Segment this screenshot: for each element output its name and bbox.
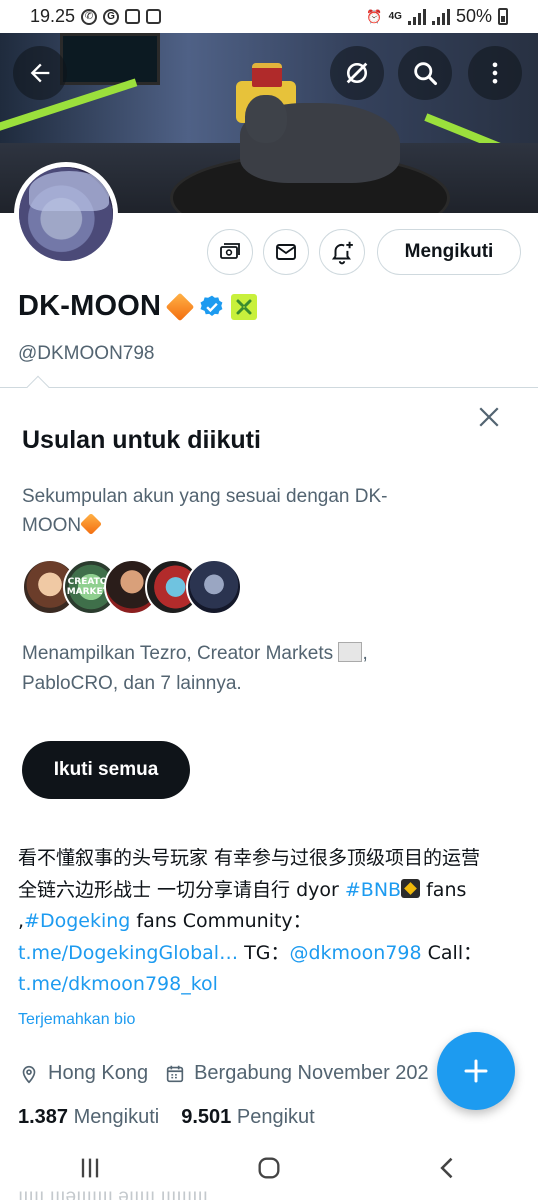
alarm-icon: ⏰ [366,8,383,24]
following-button[interactable]: Mengikuti [377,229,521,275]
status-left: 19.25 ✆ G [30,6,162,27]
google-icon: G [103,8,120,25]
bnb-icon [401,878,421,898]
location-text: Hong Kong [48,1062,149,1084]
more-button[interactable] [468,46,522,100]
scrolled-content-ghost: ııııı ıııəııııııı əııııı ııııııııı [18,1186,209,1200]
battery-percent: 50% [455,6,492,26]
message-button[interactable] [263,229,309,275]
follow-stats: 1.387 Mengikuti 9.501 Pengikut [18,1106,315,1129]
profile-handle: @DKMOON798 [18,343,155,364]
display-name: DK-MOON [18,290,162,322]
profile-avatar[interactable] [14,162,118,266]
subscribe-icon [220,243,240,259]
bio-text: TG： [238,941,290,964]
affiliate-badge-icon[interactable] [231,293,258,320]
profile-bio: 看不懂叙事的头号玩家 有幸参与过很多顶级项目的运营 全链六边形战士 一切分享请自… [18,843,496,1001]
status-bar: 19.25 ✆ G ⏰ 4G 50% [0,0,538,33]
signal-icon-2 [431,8,450,25]
calendar-icon [166,1065,184,1082]
notification-button[interactable] [319,229,365,275]
followers-label: Pengikut [236,1106,315,1128]
whatsapp-icon: ✆ [81,8,98,25]
translate-bio-link[interactable]: Terjemahkan bio [18,1011,135,1029]
verified-badge-icon[interactable] [199,294,225,320]
notification-bell-icon [331,241,353,265]
card-pointer [26,375,50,399]
bio-text: fans Community： [130,910,312,932]
battery-icon [498,8,508,25]
suggestions-description: Sekumpulan akun yang sesuai dengan DK-MO… [22,482,422,540]
newspaper-icon [338,642,363,662]
section-divider [0,387,538,388]
telegram-community-link[interactable]: t.me/DogekingGlobal… [18,942,238,964]
search-icon [414,62,438,86]
name-row: DK-MOON [18,290,258,323]
compose-post-button[interactable] [437,1032,515,1110]
profile-meta: Hong Kong Bergabung November 202 [18,1062,429,1085]
gallery-icon [146,9,162,24]
banner-dog-head [245,95,287,143]
following-count: 1.387 [18,1106,69,1128]
status-time: 19.25 [30,6,76,26]
bio-text: Call： [421,941,483,964]
suggested-avatar[interactable] [186,559,242,615]
followers-stat[interactable]: 9.501 Pengikut [181,1106,314,1129]
avatar-hair [29,171,109,211]
orange-diamond-icon [80,512,103,536]
subscribe-button[interactable] [207,229,253,275]
suggestions-description-text: Sekumpulan akun yang sesuai dengan DK-MO… [22,486,388,536]
home-icon[interactable] [255,1154,283,1182]
suggested-names: Menampilkan Tezro, Creator Markets , Pab… [22,639,442,699]
orange-diamond-icon [165,292,195,321]
suggested-names-text: Menampilkan Tezro, Creator Markets [22,643,334,664]
suggested-avatars[interactable]: CREATOR MARKETS [22,559,242,615]
banner-crown [252,63,282,87]
grok-button[interactable] [330,46,384,100]
tg-handle-link[interactable]: @dkmoon798 [289,942,421,964]
status-right: ⏰ 4G 50% [366,6,508,27]
suggestions-title: Usulan untuk diikuti [22,426,261,454]
plus-icon [464,1059,488,1083]
back-nav-icon[interactable] [434,1154,462,1182]
telegram-call-link[interactable]: t.me/dkmoon798_kol [18,973,218,995]
more-vertical-icon [492,62,498,84]
network-type: 4G [388,11,402,22]
following-stat[interactable]: 1.387 Mengikuti [18,1106,159,1129]
grok-icon [346,62,368,84]
recent-apps-icon[interactable] [76,1154,104,1182]
following-label: Mengikuti [73,1106,160,1128]
search-button[interactable] [398,46,452,100]
hashtag-dogeking-link[interactable]: #Dogeking [24,910,130,932]
hashtag-bnb-link[interactable]: #BNB [345,879,401,901]
back-button[interactable] [13,46,67,100]
location-pin-icon [22,1065,36,1083]
close-icon[interactable] [474,402,504,432]
app-notification-icon [125,9,141,24]
message-icon [276,244,296,260]
follow-all-button[interactable]: Ikuti semua [22,741,190,799]
signal-icon [407,8,426,25]
joined-date-text: Bergabung November 202 [194,1062,429,1084]
followers-count: 9.501 [181,1106,232,1128]
arrow-left-icon [30,63,50,83]
affiliate-logo-icon [236,299,252,314]
banner-screen [60,33,160,85]
